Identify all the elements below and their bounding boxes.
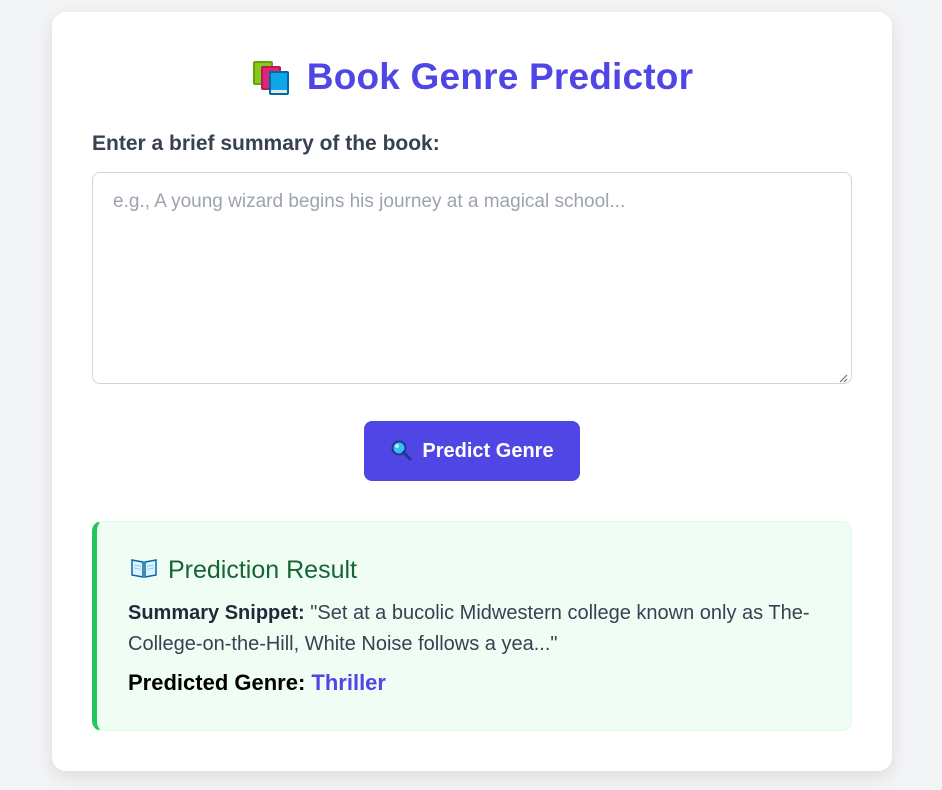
genre-label: Predicted Genre: — [128, 670, 306, 695]
genre-value: Thriller — [311, 670, 386, 695]
magnifier-icon — [390, 439, 412, 464]
books-icon — [251, 58, 291, 96]
predictor-card: Book Genre Predictor Enter a brief summa… — [52, 12, 892, 771]
result-heading: Prediction Result — [130, 556, 357, 585]
snippet-label: Summary Snippet: — [128, 602, 305, 624]
resize-handle-icon[interactable] — [838, 370, 848, 383]
predict-genre-button[interactable]: Predict Genre — [364, 421, 580, 481]
open-book-icon — [130, 557, 158, 584]
page-title: Book Genre Predictor — [306, 56, 694, 97]
summary-label: Enter a brief summary of the book: — [92, 132, 440, 155]
summary-input[interactable] — [92, 172, 852, 384]
predicted-genre: Predicted Genre: Thriller — [128, 670, 386, 696]
result-title: Prediction Result — [168, 556, 357, 584]
summary-snippet: Summary Snippet: "Set at a bucolic Midwe… — [128, 598, 818, 660]
header: Book Genre Predictor — [52, 56, 892, 98]
prediction-result-panel: Prediction Result Summary Snippet: "Set … — [92, 521, 852, 731]
predict-genre-label: Predict Genre — [422, 439, 554, 462]
